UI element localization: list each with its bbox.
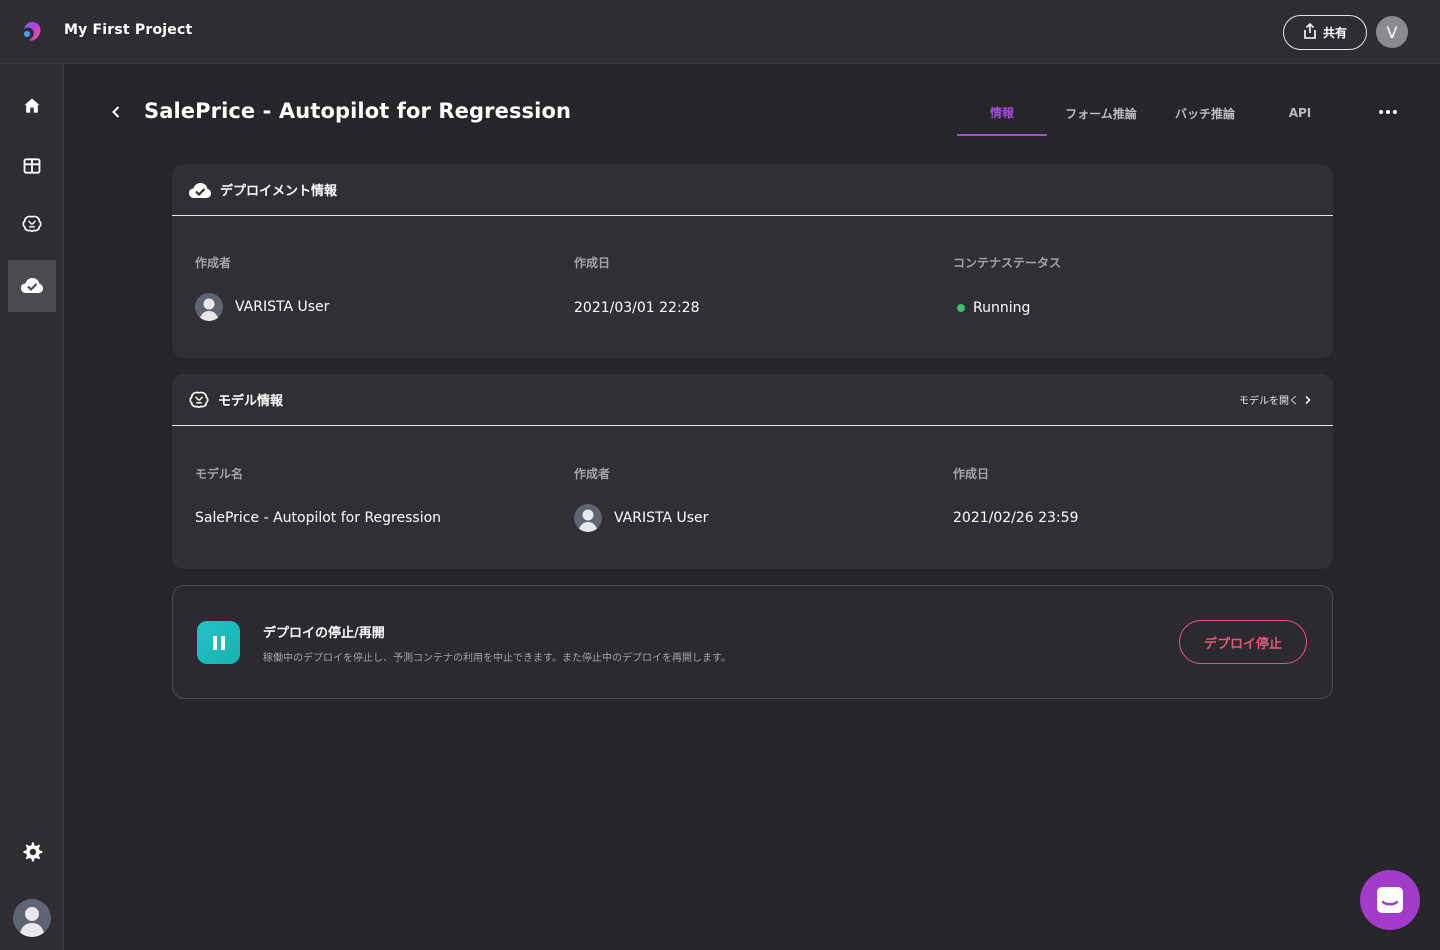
tab-info[interactable]: 情報 <box>957 90 1047 136</box>
container-status-value: Running <box>957 300 1030 316</box>
sidebar-item-deployments[interactable] <box>8 260 56 312</box>
back-button[interactable] <box>106 102 126 122</box>
sidebar-item-tables[interactable] <box>8 140 56 192</box>
gear-icon <box>23 842 43 862</box>
more-horizontal-icon <box>1379 110 1397 114</box>
creator-name: VARISTA User <box>614 510 709 526</box>
sidebar-user-avatar[interactable] <box>13 899 51 937</box>
home-icon <box>24 98 40 113</box>
deployment-info-header: デプロイメント情報 <box>172 164 1333 216</box>
status-text: Running <box>973 300 1031 316</box>
model-name-value: SalePrice - Autopilot for Regression <box>195 510 442 526</box>
project-name[interactable]: My First Project <box>64 22 192 38</box>
brain-icon <box>22 215 42 233</box>
open-model-label: モデルを開く <box>1239 396 1299 407</box>
open-model-link[interactable]: モデルを開く <box>1239 392 1313 407</box>
brain-icon <box>189 391 209 408</box>
share-button[interactable]: 共有 <box>1283 15 1367 50</box>
model-creator-label: 作成者 <box>574 467 611 481</box>
more-options-button[interactable] <box>1376 100 1400 124</box>
deploy-control-title: デプロイの停止/再開 <box>263 626 385 641</box>
sidebar-item-home[interactable] <box>8 80 56 132</box>
card-title: モデル情報 <box>218 394 284 409</box>
created-date-label: 作成日 <box>574 256 611 270</box>
tab-bar: 情報 フォーム推論 バッチ推論 API <box>957 90 1345 136</box>
creator-value: VARISTA User <box>195 293 329 321</box>
cloud-check-icon <box>189 182 211 198</box>
avatar <box>195 293 223 321</box>
share-label: 共有 <box>1322 26 1347 40</box>
card-title: デプロイメント情報 <box>220 184 338 199</box>
pause-icon <box>197 621 240 664</box>
sidebar-item-settings[interactable] <box>8 826 56 878</box>
model-creator-value: VARISTA User <box>574 504 708 532</box>
creator-label: 作成者 <box>195 256 232 270</box>
deploy-control-description: 稼働中のデプロイを停止し、予測コンテナの利用を中止できます。また停止中のデプロイ… <box>263 653 731 664</box>
deployment-info-card: デプロイメント情報 作成者 VARISTA User 作成日 2021/03/0… <box>172 164 1333 358</box>
chevron-right-icon <box>1305 395 1311 404</box>
creator-name: VARISTA User <box>235 299 330 315</box>
app-logo-icon[interactable] <box>20 20 44 44</box>
created-date-value: 2021/03/01 22:28 <box>574 300 700 316</box>
model-created-value: 2021/02/26 23:59 <box>953 510 1079 526</box>
page-title: SalePrice - Autopilot for Regression <box>144 99 572 123</box>
deploy-control-card: デプロイの停止/再開 稼働中のデプロイを停止し、予測コンテナの利用を中止できます… <box>172 585 1333 699</box>
top-bar: My First Project 共有 V <box>0 0 1440 64</box>
container-status-label: コンテナステータス <box>953 256 1062 270</box>
model-info-card: モデル情報 モデルを開く モデル名 SalePrice - Autopilot … <box>172 374 1333 569</box>
cloud-check-icon <box>21 278 43 293</box>
share-icon <box>1303 22 1317 42</box>
model-name-label: モデル名 <box>195 467 244 481</box>
model-info-header: モデル情報 <box>172 374 1333 426</box>
chat-icon <box>1377 887 1403 913</box>
stop-deploy-button[interactable]: デプロイ停止 <box>1179 620 1307 664</box>
tab-form-inference[interactable]: フォーム推論 <box>1047 90 1155 136</box>
sidebar-item-models[interactable] <box>8 198 56 250</box>
user-avatar[interactable]: V <box>1376 16 1408 48</box>
avatar <box>574 504 602 532</box>
model-created-label: 作成日 <box>953 467 990 481</box>
table-icon <box>23 158 41 174</box>
tab-api[interactable]: API <box>1255 90 1345 136</box>
sidebar <box>0 64 64 950</box>
chevron-left-icon <box>112 106 120 118</box>
status-indicator <box>957 304 965 312</box>
tab-batch-inference[interactable]: バッチ推論 <box>1155 90 1255 136</box>
chat-support-button[interactable] <box>1360 870 1420 930</box>
